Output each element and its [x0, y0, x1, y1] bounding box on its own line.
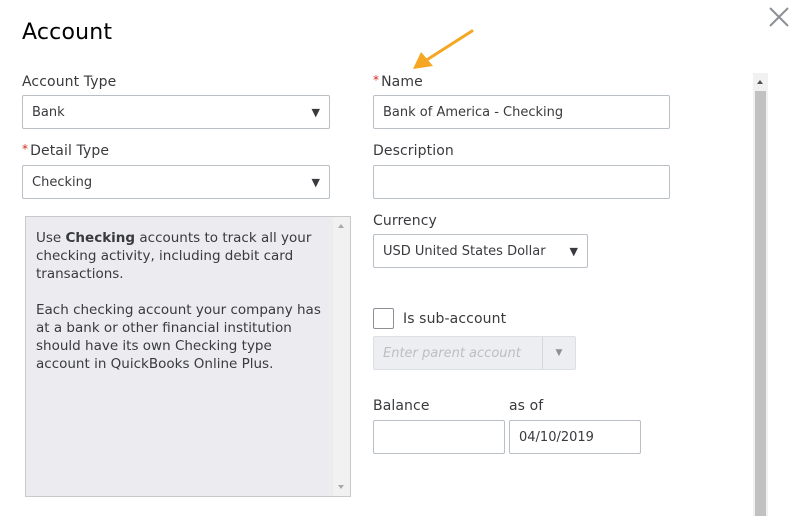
as-of-date-value: 04/10/2019: [519, 429, 594, 445]
chevron-down-icon: ▼: [311, 175, 320, 189]
description-paragraph-1: Use Checking accounts to track all your …: [36, 229, 326, 283]
account-type-value: Bank: [32, 104, 65, 120]
detail-type-label: * Detail Type: [22, 142, 110, 159]
sub-account-label[interactable]: Is sub-account: [403, 311, 506, 327]
scroll-down-icon[interactable]: [338, 485, 344, 489]
detail-type-label-text: Detail Type: [30, 143, 110, 159]
close-icon: [769, 7, 789, 27]
detail-type-value: Checking: [32, 174, 93, 190]
close-button[interactable]: [768, 6, 790, 28]
parent-account-select: Enter parent account ▼: [373, 336, 576, 370]
parent-account-placeholder: Enter parent account: [383, 345, 521, 361]
account-type-label: Account Type: [22, 74, 117, 90]
name-label-text: Name: [381, 74, 423, 90]
balance-label: Balance: [373, 398, 430, 414]
scroll-up-icon[interactable]: [757, 80, 763, 84]
detail-type-description-panel: Use Checking accounts to track all your …: [25, 216, 351, 497]
detail-type-select[interactable]: Checking ▼: [22, 165, 330, 199]
chevron-down-icon: ▼: [542, 337, 575, 369]
description-paragraph-2: Each checking account your company has a…: [36, 302, 321, 372]
scrollbar-thumb[interactable]: [755, 91, 766, 516]
dialog-scrollbar[interactable]: [753, 73, 768, 516]
as-of-date-input[interactable]: 04/10/2019: [509, 420, 641, 454]
description-scrollbar[interactable]: [333, 217, 350, 496]
account-type-select[interactable]: Bank ▼: [22, 95, 330, 129]
description-input[interactable]: [373, 165, 670, 199]
description-label: Description: [373, 143, 454, 159]
chevron-down-icon: ▼: [569, 244, 578, 258]
para1-prefix: Use: [36, 230, 66, 246]
as-of-label: as of: [509, 398, 544, 414]
required-marker: *: [22, 142, 29, 156]
required-marker: *: [373, 73, 380, 87]
sub-account-checkbox[interactable]: [373, 308, 394, 329]
chevron-down-icon: ▼: [311, 105, 320, 119]
currency-value: USD United States Dollar: [383, 243, 546, 259]
dialog-title: Account: [22, 20, 113, 45]
currency-label: Currency: [373, 213, 437, 229]
balance-input[interactable]: [373, 420, 505, 454]
name-label: * Name: [373, 73, 423, 90]
name-value: Bank of America - Checking: [383, 104, 564, 120]
currency-select[interactable]: USD United States Dollar ▼: [373, 234, 588, 268]
annotation-arrow-icon: [413, 29, 474, 69]
name-input[interactable]: Bank of America - Checking: [373, 95, 670, 129]
para1-bold: Checking: [65, 230, 136, 246]
scroll-up-icon[interactable]: [338, 224, 344, 228]
